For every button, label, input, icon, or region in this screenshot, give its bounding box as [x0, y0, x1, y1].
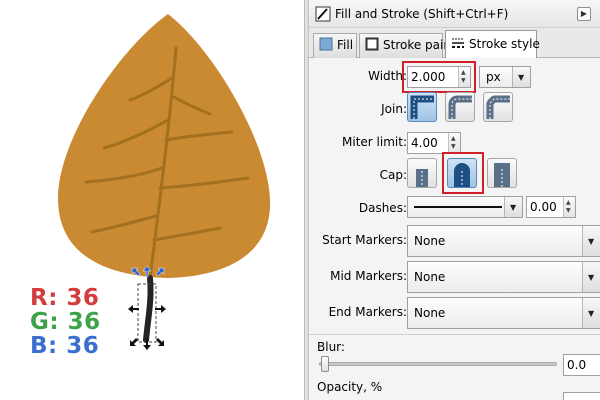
dash-offset-stepper[interactable]: ▲ ▼ — [563, 197, 575, 217]
blur-value: 0.0 — [567, 358, 587, 372]
mid-markers-select[interactable]: None ▼ — [407, 261, 600, 293]
tab-fill-label: Fill — [337, 38, 354, 52]
rgb-green-label: G: 36 — [30, 309, 101, 335]
scale-handle-bottom-right-icon — [156, 338, 164, 346]
dash-offset-input[interactable]: 0.00 ▲ ▼ — [526, 196, 576, 218]
drawing-canvas[interactable]: R: 36 G: 36 B: 36 — [0, 0, 304, 400]
chevron-down-icon[interactable]: ▼ — [582, 262, 600, 292]
join-round-button[interactable] — [445, 92, 475, 122]
join-bevel-button[interactable] — [483, 92, 513, 122]
blur-slider-track[interactable] — [319, 362, 557, 366]
cap-label: Cap: — [379, 168, 407, 182]
start-markers-label: Start Markers: — [322, 233, 407, 247]
cap-highlight-box — [442, 152, 484, 194]
dialog-titlebar[interactable]: Fill and Stroke (Shift+Ctrl+F) ▶ — [309, 0, 600, 28]
cap-butt-button[interactable] — [407, 158, 437, 188]
stroke-style-content: Width: 2.000 ▲ ▼ px ▼ Join: Miter limit:… — [309, 58, 600, 400]
chevron-down-icon[interactable]: ▼ — [582, 298, 600, 328]
section-divider — [309, 334, 600, 335]
round-join-icon — [448, 95, 472, 119]
start-markers-value: None — [414, 234, 446, 248]
width-highlight-box — [402, 61, 476, 93]
miter-limit-input[interactable]: 4.00 ▲ ▼ — [407, 132, 461, 154]
join-miter-button[interactable] — [407, 92, 437, 122]
blur-slider-thumb[interactable] — [321, 356, 329, 372]
cap-square-button[interactable] — [487, 158, 517, 188]
chevron-down-icon[interactable]: ▼ — [504, 197, 522, 217]
dialog-tabs: Fill Stroke paint Stroke style — [309, 28, 600, 59]
miter-limit-value: 4.00 — [411, 136, 438, 150]
opacity-label: Opacity, % — [317, 380, 383, 394]
rgb-red-label: R: 36 — [30, 285, 100, 311]
width-unit-select[interactable]: px ▼ — [479, 66, 531, 88]
square-cap-icon — [494, 163, 510, 187]
width-unit-value: px — [486, 70, 501, 84]
end-markers-select[interactable]: None ▼ — [407, 297, 600, 329]
fill-icon — [319, 37, 333, 51]
dash-offset-value: 0.00 — [530, 200, 557, 214]
blur-input[interactable]: 0.0 — [563, 354, 600, 376]
dialog-title: Fill and Stroke (Shift+Ctrl+F) — [335, 7, 509, 21]
end-markers-value: None — [414, 306, 446, 320]
scale-handle-bottom-left-icon — [130, 338, 138, 346]
rgb-blue-label: B: 36 — [30, 333, 100, 359]
stem-shape[interactable] — [143, 275, 154, 343]
scale-handle-right-icon — [155, 305, 166, 313]
scale-handle-left-icon — [128, 305, 139, 313]
mid-markers-label: Mid Markers: — [330, 269, 407, 283]
chevron-down-icon[interactable]: ▼ — [582, 226, 600, 256]
butt-cap-icon — [416, 169, 428, 187]
tab-stroke-style[interactable]: Stroke style — [445, 30, 540, 59]
stroke-style-icon — [452, 38, 464, 48]
miter-limit-label: Miter limit: — [342, 135, 407, 149]
dash-pattern-icon — [414, 206, 502, 208]
tab-stroke-paint[interactable]: Stroke paint — [359, 33, 456, 58]
bevel-join-icon — [486, 95, 510, 119]
tab-fill[interactable]: Fill — [313, 33, 357, 58]
join-label: Join: — [381, 102, 407, 116]
dashes-label: Dashes: — [358, 201, 407, 215]
fill-stroke-dialog: Fill and Stroke (Shift+Ctrl+F) ▶ Fill St… — [308, 0, 600, 400]
blur-label: Blur: — [317, 340, 345, 354]
opacity-input[interactable] — [563, 392, 600, 400]
tab-stroke-style-label: Stroke style — [469, 37, 540, 51]
chevron-down-icon[interactable]: ▼ — [512, 67, 530, 87]
dialog-menu-button[interactable]: ▶ — [577, 7, 591, 21]
start-markers-select[interactable]: None ▼ — [407, 225, 600, 257]
fill-stroke-icon — [315, 6, 331, 22]
dashes-select[interactable]: ▼ — [407, 196, 523, 218]
stroke-paint-icon — [365, 37, 379, 51]
miter-limit-stepper[interactable]: ▲ ▼ — [448, 133, 460, 153]
end-markers-label: End Markers: — [328, 305, 407, 319]
mid-markers-value: None — [414, 270, 446, 284]
miter-join-icon — [410, 95, 434, 119]
